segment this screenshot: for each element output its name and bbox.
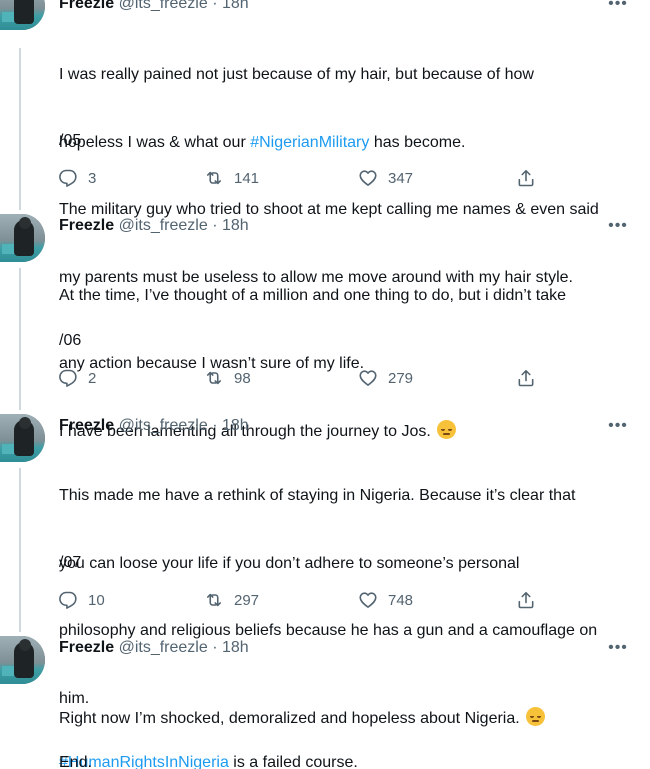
- pensive-face-emoji: [437, 420, 457, 439]
- reply-icon: [59, 369, 77, 387]
- display-name[interactable]: Freezle: [59, 217, 114, 234]
- retweet-count: 297: [234, 591, 260, 609]
- share-button[interactable]: [516, 588, 536, 612]
- tweet-actions: 2 98 279: [58, 366, 558, 390]
- like-count: 279: [388, 369, 414, 387]
- retweet-button[interactable]: 297: [204, 588, 259, 612]
- more-options-button[interactable]: •••: [607, 218, 629, 241]
- like-count: 347: [388, 169, 414, 187]
- tweet-line: This made me have a rethink of staying i…: [59, 487, 576, 504]
- retweet-icon: [206, 371, 222, 385]
- more-options-button[interactable]: •••: [607, 418, 629, 441]
- avatar[interactable]: [0, 636, 45, 684]
- retweet-count: 98: [234, 369, 251, 387]
- tweet-line: At the time, I’ve thought of a million a…: [59, 287, 566, 304]
- share-icon: [518, 169, 534, 187]
- avatar[interactable]: [0, 414, 45, 462]
- tweet-actions: 10 297 748: [58, 588, 558, 612]
- timestamp[interactable]: 18h: [222, 417, 249, 434]
- thread-number: /06: [59, 332, 82, 349]
- thread-number: /05: [59, 132, 82, 149]
- heart-icon: [359, 592, 377, 608]
- avatar[interactable]: [0, 0, 45, 30]
- separator-dot: ·: [212, 639, 218, 656]
- handle[interactable]: @its_freezle: [119, 639, 208, 656]
- reply-count: 3: [88, 169, 97, 187]
- separator-dot: ·: [212, 0, 218, 12]
- thread-number: /07: [59, 554, 82, 571]
- handle[interactable]: @its_freezle: [119, 417, 208, 434]
- share-icon: [518, 369, 534, 387]
- retweet-icon: [206, 593, 222, 607]
- retweet-count: 141: [234, 169, 260, 187]
- tweet-header: Freezle @its_freezle · 18h: [59, 415, 249, 437]
- reply-button[interactable]: 3: [58, 166, 96, 190]
- handle[interactable]: @its_freezle: [119, 0, 208, 12]
- retweet-button[interactable]: 98: [204, 366, 251, 390]
- share-button[interactable]: [516, 366, 536, 390]
- like-button[interactable]: 347: [358, 166, 413, 190]
- more-options-button[interactable]: •••: [607, 640, 629, 663]
- separator-dot: ·: [212, 417, 218, 434]
- reply-button[interactable]: 10: [58, 588, 105, 612]
- retweet-button[interactable]: 141: [204, 166, 259, 190]
- heart-icon: [359, 170, 377, 186]
- reply-icon: [59, 591, 77, 609]
- timestamp[interactable]: 18h: [222, 639, 249, 656]
- handle[interactable]: @its_freezle: [119, 217, 208, 234]
- like-count: 748: [388, 591, 414, 609]
- more-options-button[interactable]: •••: [607, 0, 629, 19]
- separator-dot: ·: [212, 217, 218, 234]
- tweet-line: I was really pained not just because of …: [59, 66, 534, 83]
- tweet-text: End.: [59, 754, 92, 769]
- tweet-header: Freezle @its_freezle · 18h: [59, 215, 249, 237]
- retweet-icon: [206, 171, 222, 185]
- reply-icon: [59, 169, 77, 187]
- thread-line: [19, 268, 21, 410]
- timestamp[interactable]: 18h: [222, 217, 249, 234]
- reply-button[interactable]: 2: [58, 366, 96, 390]
- display-name[interactable]: Freezle: [59, 0, 114, 12]
- tweet-header: Freezle @its_freezle · 18h: [59, 637, 249, 659]
- timestamp[interactable]: 18h: [222, 0, 249, 12]
- thread-line: [19, 48, 21, 210]
- thread-line: [19, 468, 21, 632]
- reply-count: 10: [88, 591, 105, 609]
- reply-count: 2: [88, 369, 97, 387]
- tweet-actions: 3 141 347: [58, 166, 558, 190]
- display-name[interactable]: Freezle: [59, 639, 114, 656]
- share-button[interactable]: [516, 166, 536, 190]
- tweet-header: Freezle @its_freezle · 18h: [59, 0, 249, 15]
- like-button[interactable]: 279: [358, 366, 413, 390]
- share-icon: [518, 591, 534, 609]
- avatar[interactable]: [0, 214, 45, 262]
- display-name[interactable]: Freezle: [59, 417, 114, 434]
- heart-icon: [359, 370, 377, 386]
- like-button[interactable]: 748: [358, 588, 413, 612]
